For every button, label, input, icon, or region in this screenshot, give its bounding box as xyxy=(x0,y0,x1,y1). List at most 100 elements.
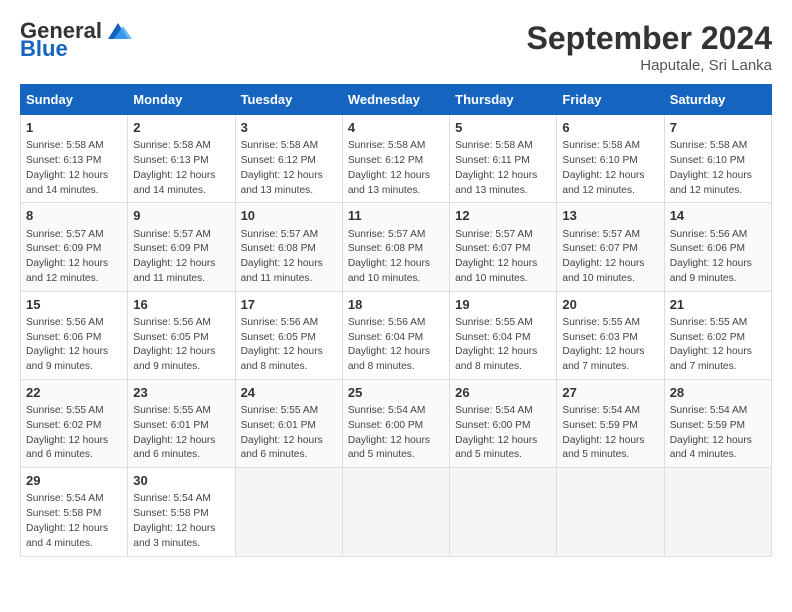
col-header-wednesday: Wednesday xyxy=(342,85,449,115)
day-number: 27 xyxy=(562,384,658,402)
day-number: 12 xyxy=(455,207,551,225)
day-number: 25 xyxy=(348,384,444,402)
day-number: 13 xyxy=(562,207,658,225)
day-info: Sunrise: 5:58 AMSunset: 6:13 PMDaylight:… xyxy=(133,139,229,198)
week-row-2: 8 Sunrise: 5:57 AMSunset: 6:09 PMDaylight… xyxy=(21,203,772,291)
col-header-sunday: Sunday xyxy=(21,85,128,115)
day-cell xyxy=(557,468,664,556)
day-cell: 8 Sunrise: 5:57 AMSunset: 6:09 PMDaylight… xyxy=(21,203,128,291)
day-number: 18 xyxy=(348,296,444,314)
day-cell: 24Sunrise: 5:55 AMSunset: 6:01 PMDayligh… xyxy=(235,379,342,467)
day-info: Sunrise: 5:57 AMSunset: 6:08 PMDaylight:… xyxy=(241,228,337,287)
col-header-saturday: Saturday xyxy=(664,85,771,115)
day-info: Sunrise: 5:55 AMSunset: 6:03 PMDaylight:… xyxy=(562,316,658,375)
day-number: 14 xyxy=(670,207,766,225)
day-info: Sunrise: 5:58 AMSunset: 6:11 PMDaylight:… xyxy=(455,139,551,198)
day-number: 29 xyxy=(26,472,122,490)
calendar: SundayMondayTuesdayWednesdayThursdayFrid… xyxy=(20,84,772,557)
title-area: September 2024 Haputale, Sri Lanka xyxy=(527,20,772,74)
subtitle: Haputale, Sri Lanka xyxy=(527,57,772,74)
day-info: Sunrise: 5:54 AMSunset: 6:00 PMDaylight:… xyxy=(348,404,444,463)
day-info: Sunrise: 5:58 AMSunset: 6:12 PMDaylight:… xyxy=(348,139,444,198)
day-info: Sunrise: 5:55 AMSunset: 6:01 PMDaylight:… xyxy=(241,404,337,463)
day-info: Sunrise: 5:54 AMSunset: 5:58 PMDaylight:… xyxy=(26,492,122,551)
day-info: Sunrise: 5:56 AMSunset: 6:06 PMDaylight:… xyxy=(26,316,122,375)
day-info: Sunrise: 5:57 AMSunset: 6:09 PMDaylight:… xyxy=(133,228,229,287)
day-cell: 26 Sunrise: 5:54 AMSunset: 6:00 PMDayligh… xyxy=(450,379,557,467)
day-cell: 14Sunrise: 5:56 AMSunset: 6:06 PMDayligh… xyxy=(664,203,771,291)
day-cell: 19 Sunrise: 5:55 AMSunset: 6:04 PMDayligh… xyxy=(450,291,557,379)
col-header-friday: Friday xyxy=(557,85,664,115)
day-cell: 30 Sunrise: 5:54 AMSunset: 5:58 PMDayligh… xyxy=(128,468,235,556)
day-cell: 28 Sunrise: 5:54 AMSunset: 5:59 PMDayligh… xyxy=(664,379,771,467)
day-info: Sunrise: 5:58 AMSunset: 6:10 PMDaylight:… xyxy=(562,139,658,198)
day-info: Sunrise: 5:58 AMSunset: 6:13 PMDaylight:… xyxy=(26,139,122,198)
day-number: 19 xyxy=(455,296,551,314)
day-number: 5 xyxy=(455,119,551,137)
day-number: 2 xyxy=(133,119,229,137)
day-info: Sunrise: 5:57 AMSunset: 6:07 PMDaylight:… xyxy=(562,228,658,287)
day-info: Sunrise: 5:54 AMSunset: 5:59 PMDaylight:… xyxy=(670,404,766,463)
day-number: 30 xyxy=(133,472,229,490)
day-cell: 29 Sunrise: 5:54 AMSunset: 5:58 PMDayligh… xyxy=(21,468,128,556)
day-cell: 7Sunrise: 5:58 AMSunset: 6:10 PMDaylight… xyxy=(664,115,771,203)
day-cell: 16 Sunrise: 5:56 AMSunset: 6:05 PMDayligh… xyxy=(128,291,235,379)
day-number: 3 xyxy=(241,119,337,137)
day-cell xyxy=(342,468,449,556)
day-number: 17 xyxy=(241,296,337,314)
week-row-5: 29 Sunrise: 5:54 AMSunset: 5:58 PMDayligh… xyxy=(21,468,772,556)
day-number: 22 xyxy=(26,384,122,402)
logo: General Blue xyxy=(20,20,132,60)
day-number: 8 xyxy=(26,207,122,225)
day-info: Sunrise: 5:54 AMSunset: 5:58 PMDaylight:… xyxy=(133,492,229,551)
day-cell: 18Sunrise: 5:56 AMSunset: 6:04 PMDayligh… xyxy=(342,291,449,379)
logo-icon xyxy=(104,21,132,41)
day-cell: 10 Sunrise: 5:57 AMSunset: 6:08 PMDayligh… xyxy=(235,203,342,291)
day-info: Sunrise: 5:54 AMSunset: 6:00 PMDaylight:… xyxy=(455,404,551,463)
day-info: Sunrise: 5:54 AMSunset: 5:59 PMDaylight:… xyxy=(562,404,658,463)
day-cell: 13 Sunrise: 5:57 AMSunset: 6:07 PMDayligh… xyxy=(557,203,664,291)
day-number: 23 xyxy=(133,384,229,402)
day-number: 21 xyxy=(670,296,766,314)
day-number: 15 xyxy=(26,296,122,314)
day-cell: 15 Sunrise: 5:56 AMSunset: 6:06 PMDayligh… xyxy=(21,291,128,379)
day-number: 4 xyxy=(348,119,444,137)
day-cell xyxy=(235,468,342,556)
day-info: Sunrise: 5:55 AMSunset: 6:04 PMDaylight:… xyxy=(455,316,551,375)
day-cell: 4 Sunrise: 5:58 AMSunset: 6:12 PMDaylight… xyxy=(342,115,449,203)
day-number: 10 xyxy=(241,207,337,225)
week-row-3: 15 Sunrise: 5:56 AMSunset: 6:06 PMDayligh… xyxy=(21,291,772,379)
day-cell xyxy=(450,468,557,556)
day-cell: 5 Sunrise: 5:58 AMSunset: 6:11 PMDaylight… xyxy=(450,115,557,203)
day-info: Sunrise: 5:56 AMSunset: 6:05 PMDaylight:… xyxy=(133,316,229,375)
day-cell: 11Sunrise: 5:57 AMSunset: 6:08 PMDayligh… xyxy=(342,203,449,291)
day-number: 11 xyxy=(348,207,444,225)
day-cell: 12 Sunrise: 5:57 AMSunset: 6:07 PMDayligh… xyxy=(450,203,557,291)
day-number: 28 xyxy=(670,384,766,402)
day-cell: 27 Sunrise: 5:54 AMSunset: 5:59 PMDayligh… xyxy=(557,379,664,467)
day-cell: 20Sunrise: 5:55 AMSunset: 6:03 PMDayligh… xyxy=(557,291,664,379)
day-number: 1 xyxy=(26,119,122,137)
day-info: Sunrise: 5:55 AMSunset: 6:01 PMDaylight:… xyxy=(133,404,229,463)
col-header-tuesday: Tuesday xyxy=(235,85,342,115)
day-number: 16 xyxy=(133,296,229,314)
col-header-monday: Monday xyxy=(128,85,235,115)
day-info: Sunrise: 5:56 AMSunset: 6:05 PMDaylight:… xyxy=(241,316,337,375)
day-cell: 25 Sunrise: 5:54 AMSunset: 6:00 PMDayligh… xyxy=(342,379,449,467)
day-cell: 2 Sunrise: 5:58 AMSunset: 6:13 PMDaylight… xyxy=(128,115,235,203)
day-info: Sunrise: 5:57 AMSunset: 6:09 PMDaylight:… xyxy=(26,228,122,287)
logo-blue: Blue xyxy=(20,38,68,60)
day-cell: 17 Sunrise: 5:56 AMSunset: 6:05 PMDayligh… xyxy=(235,291,342,379)
day-number: 7 xyxy=(670,119,766,137)
month-title: September 2024 xyxy=(527,20,772,57)
col-header-thursday: Thursday xyxy=(450,85,557,115)
day-cell: 9Sunrise: 5:57 AMSunset: 6:09 PMDaylight… xyxy=(128,203,235,291)
week-row-1: 1 Sunrise: 5:58 AMSunset: 6:13 PMDaylight… xyxy=(21,115,772,203)
header: General Blue September 2024 Haputale, Sr… xyxy=(20,20,772,74)
day-number: 26 xyxy=(455,384,551,402)
day-number: 6 xyxy=(562,119,658,137)
day-info: Sunrise: 5:58 AMSunset: 6:12 PMDaylight:… xyxy=(241,139,337,198)
day-info: Sunrise: 5:57 AMSunset: 6:07 PMDaylight:… xyxy=(455,228,551,287)
day-info: Sunrise: 5:55 AMSunset: 6:02 PMDaylight:… xyxy=(670,316,766,375)
day-cell: 21 Sunrise: 5:55 AMSunset: 6:02 PMDayligh… xyxy=(664,291,771,379)
